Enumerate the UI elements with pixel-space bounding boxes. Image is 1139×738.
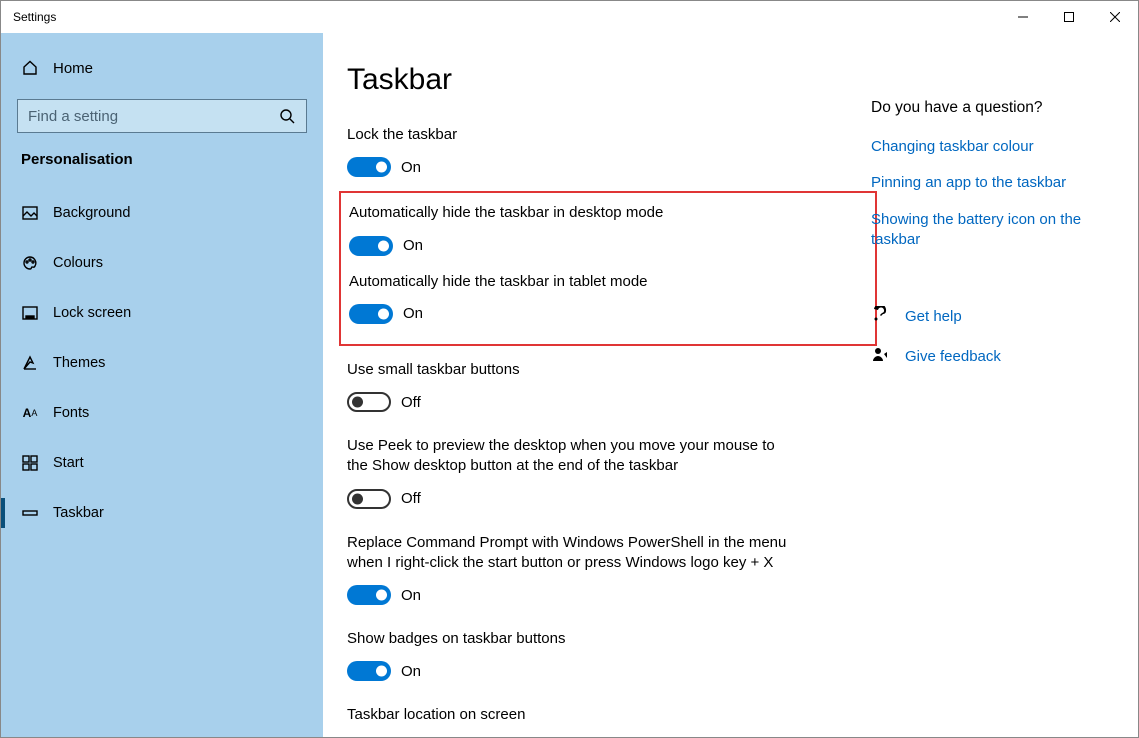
toggle-state: On: [403, 305, 423, 322]
toggle-state: Off: [401, 394, 421, 411]
sidebar-item-themes[interactable]: Themes: [1, 342, 323, 384]
toggle-state: On: [401, 663, 421, 680]
sidebar-item-fonts[interactable]: AA Fonts: [1, 392, 323, 434]
start-icon: [21, 454, 39, 472]
main-panel: Taskbar Lock the taskbar On Automaticall…: [323, 33, 1138, 737]
sidebar-item-label: Lock screen: [53, 305, 131, 321]
help-link-taskbar-colour[interactable]: Changing taskbar colour: [871, 137, 1102, 157]
sidebar-item-label: Taskbar: [53, 505, 104, 521]
get-help-link[interactable]: Get help: [905, 307, 962, 327]
title-bar: Settings: [1, 1, 1138, 33]
sidebar-item-label: Colours: [53, 255, 103, 271]
taskbar-icon: [21, 504, 39, 522]
feedback-icon: [871, 346, 889, 368]
themes-icon: [21, 354, 39, 372]
toggle-state: Off: [401, 490, 421, 507]
sidebar-item-lock-screen[interactable]: Lock screen: [1, 292, 323, 334]
toggle-autohide-tablet[interactable]: [349, 304, 393, 324]
setting-label: Automatically hide the taskbar in deskto…: [349, 203, 789, 223]
toggle-powershell[interactable]: [347, 585, 391, 605]
sidebar: Home Find a setting Personalisation Back…: [1, 33, 323, 737]
lock-screen-icon: [21, 304, 39, 322]
sidebar-item-label: Fonts: [53, 405, 89, 421]
setting-peek: Use Peek to preview the desktop when you…: [347, 436, 863, 509]
give-feedback-link[interactable]: Give feedback: [905, 347, 1001, 367]
setting-label: Show badges on taskbar buttons: [347, 629, 787, 649]
help-icon: [871, 306, 889, 328]
sidebar-item-colours[interactable]: Colours: [1, 242, 323, 284]
fonts-icon: AA: [21, 404, 39, 422]
setting-label: Replace Command Prompt with Windows Powe…: [347, 533, 787, 574]
setting-label: Use Peek to preview the desktop when you…: [347, 436, 787, 477]
toggle-autohide-desktop[interactable]: [349, 236, 393, 256]
give-feedback-row[interactable]: Give feedback: [871, 346, 1102, 368]
setting-taskbar-location: Taskbar location on screen Bottom: [347, 705, 863, 737]
minimize-button[interactable]: [1000, 1, 1046, 33]
page-title: Taskbar: [347, 63, 863, 97]
toggle-badges[interactable]: [347, 661, 391, 681]
sidebar-item-label: Start: [53, 455, 84, 471]
section-title: Personalisation: [1, 151, 323, 178]
highlight-box: Automatically hide the taskbar in deskto…: [339, 191, 877, 346]
aside-panel: Do you have a question? Changing taskbar…: [863, 63, 1138, 737]
close-button[interactable]: [1092, 1, 1138, 33]
setting-lock-taskbar: Lock the taskbar On: [347, 125, 863, 177]
setting-label: Taskbar location on screen: [347, 705, 787, 725]
toggle-state: On: [401, 159, 421, 176]
sidebar-item-background[interactable]: Background: [1, 192, 323, 234]
toggle-state: On: [401, 587, 421, 604]
sidebar-item-taskbar[interactable]: Taskbar: [1, 492, 323, 534]
toggle-small-buttons[interactable]: [347, 392, 391, 412]
help-link-battery-icon[interactable]: Showing the battery icon on the taskbar: [871, 210, 1102, 251]
sidebar-item-label: Themes: [53, 355, 105, 371]
toggle-lock-taskbar[interactable]: [347, 157, 391, 177]
palette-icon: [21, 254, 39, 272]
sidebar-item-start[interactable]: Start: [1, 442, 323, 484]
maximize-button[interactable]: [1046, 1, 1092, 33]
toggle-state: On: [403, 237, 423, 254]
setting-powershell: Replace Command Prompt with Windows Powe…: [347, 533, 863, 606]
setting-label: Automatically hide the taskbar in tablet…: [349, 272, 789, 292]
get-help-row[interactable]: Get help: [871, 306, 1102, 328]
setting-small-buttons: Use small taskbar buttons Off: [347, 360, 863, 412]
setting-autohide-desktop: Automatically hide the taskbar in deskto…: [349, 203, 861, 255]
toggle-peek[interactable]: [347, 489, 391, 509]
home-button[interactable]: Home: [1, 49, 323, 87]
help-link-pinning[interactable]: Pinning an app to the taskbar: [871, 173, 1102, 193]
setting-label: Use small taskbar buttons: [347, 360, 787, 380]
setting-badges: Show badges on taskbar buttons On: [347, 629, 863, 681]
sidebar-item-label: Background: [53, 205, 130, 221]
home-label: Home: [53, 60, 93, 77]
home-icon: [21, 59, 39, 77]
search-icon: [278, 107, 296, 125]
search-placeholder: Find a setting: [28, 108, 278, 125]
search-input[interactable]: Find a setting: [17, 99, 307, 133]
window-title: Settings: [1, 10, 56, 24]
setting-autohide-tablet: Automatically hide the taskbar in tablet…: [349, 272, 861, 324]
setting-label: Lock the taskbar: [347, 125, 787, 145]
image-icon: [21, 204, 39, 222]
aside-question: Do you have a question?: [871, 99, 1102, 117]
